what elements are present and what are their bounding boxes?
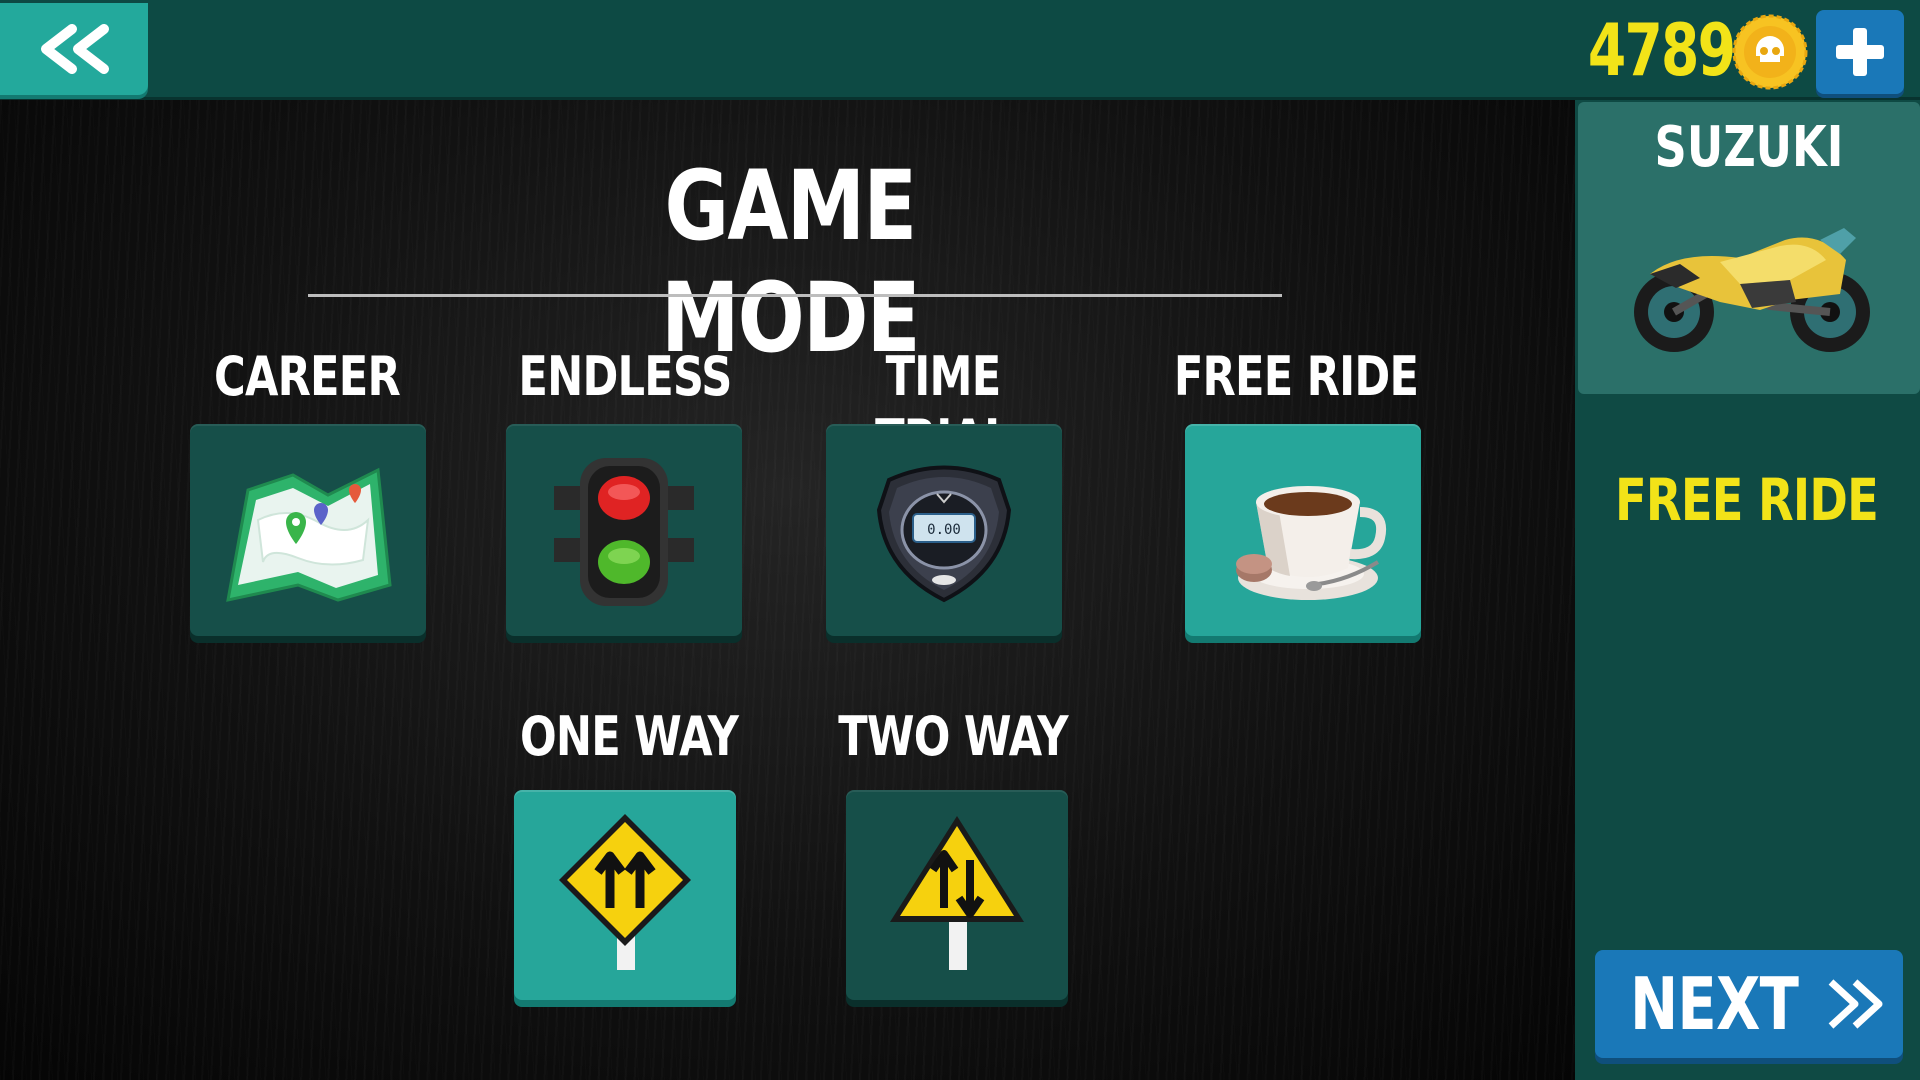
add-coins-button[interactable] [1816, 10, 1904, 94]
coin-balance: 4789 [1587, 8, 1736, 92]
mode-tile-free-ride[interactable] [1185, 424, 1421, 636]
next-button-label: NEXT [1629, 962, 1799, 1046]
double-chevron-right-icon [1828, 979, 1883, 1029]
motorcycle-icon [1634, 228, 1870, 352]
mode-tile-time-trial[interactable]: 0.00 [826, 424, 1062, 636]
double-chevron-left-icon [41, 24, 109, 74]
two-way-sign-icon [890, 816, 1024, 970]
mode-tile-two-way[interactable] [846, 790, 1068, 1000]
skull-coin-icon [1732, 14, 1808, 90]
coffee-cup-icon [1236, 486, 1386, 600]
one-way-sign-icon [559, 814, 691, 970]
bike-name: SUZUKI [1654, 115, 1844, 180]
title-divider [308, 294, 1282, 297]
mode-tile-career[interactable] [190, 424, 426, 636]
mode-tile-one-way[interactable] [514, 790, 736, 1000]
mode-label-career: CAREER [214, 345, 401, 408]
svg-text:0.00: 0.00 [927, 522, 961, 538]
mode-label-free-ride: FREE RIDE [1173, 345, 1419, 408]
stopwatch-icon: 0.00 [876, 465, 1012, 603]
page-title: GAME MODE [661, 150, 920, 374]
mode-label-endless: ENDLESS [518, 345, 732, 408]
mode-label-one-way: ONE WAY [519, 705, 739, 768]
mode-label-two-way: TWO WAY [838, 705, 1068, 768]
back-button[interactable] [0, 3, 148, 95]
plus-icon [1836, 28, 1884, 76]
traffic-light-icon [554, 458, 694, 606]
selected-mode-label: FREE RIDE [1615, 466, 1879, 534]
selected-mode-indicator: FREE RIDE [1605, 460, 1915, 540]
map-icon [226, 467, 392, 602]
next-button[interactable]: NEXT [1595, 950, 1903, 1058]
mode-tile-endless[interactable] [506, 424, 742, 636]
